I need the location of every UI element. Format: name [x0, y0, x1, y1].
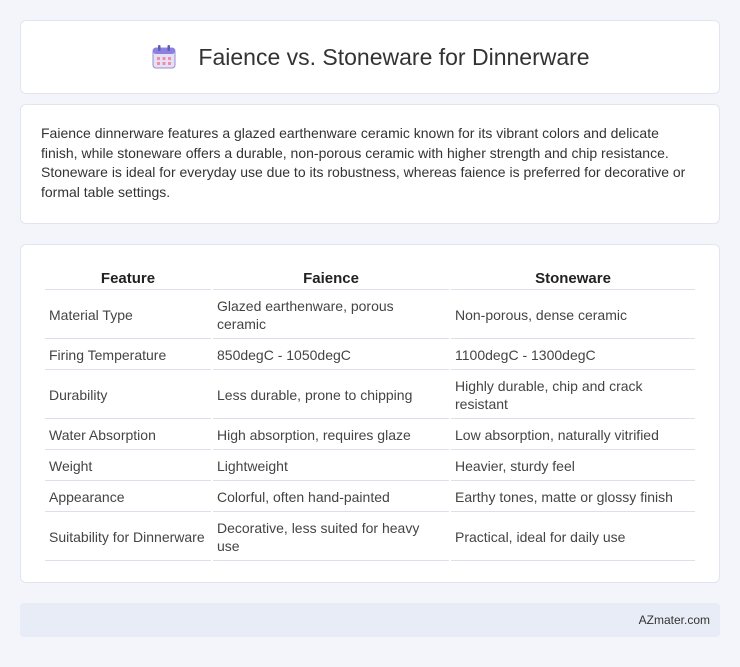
footer-brand: AZmater.com	[638, 613, 710, 627]
table-cell-stoneware: Low absorption, naturally vitrified	[451, 419, 695, 450]
title-card: Faience vs. Stoneware for Dinnerware	[20, 20, 720, 94]
table-cell-feature: Durability	[45, 370, 211, 419]
table-cell-feature: Water Absorption	[45, 419, 211, 450]
table-row: Appearance Colorful, often hand-painted …	[45, 481, 695, 512]
table-row: Weight Lightweight Heavier, sturdy feel	[45, 450, 695, 481]
table-cell-stoneware: Earthy tones, matte or glossy finish	[451, 481, 695, 512]
table-cell-feature: Appearance	[45, 481, 211, 512]
table-row: Durability Less durable, prone to chippi…	[45, 370, 695, 419]
table-row: Material Type Glazed earthenware, porous…	[45, 290, 695, 339]
table-cell-faience: Less durable, prone to chipping	[213, 370, 449, 419]
table-cell-faience: High absorption, requires glaze	[213, 419, 449, 450]
table-cell-faience: Colorful, often hand-painted	[213, 481, 449, 512]
table-cell-stoneware: Non-porous, dense ceramic	[451, 290, 695, 339]
intro-text: Faience dinnerware features a glazed ear…	[41, 125, 686, 200]
table-cell-feature: Material Type	[45, 290, 211, 339]
table-row: Water Absorption High absorption, requir…	[45, 419, 695, 450]
comparison-table-card: Feature Faience Stoneware Material Type …	[20, 244, 720, 583]
table-cell-stoneware: Heavier, sturdy feel	[451, 450, 695, 481]
table-cell-stoneware: 1100degC - 1300degC	[451, 339, 695, 370]
table-cell-faience: Glazed earthenware, porous ceramic	[213, 290, 449, 339]
table-cell-faience: Decorative, less suited for heavy use	[213, 512, 449, 561]
table-row: Suitability for Dinnerware Decorative, l…	[45, 512, 695, 561]
table-cell-feature: Firing Temperature	[45, 339, 211, 370]
comparison-table: Feature Faience Stoneware Material Type …	[43, 263, 697, 561]
column-header-stoneware: Stoneware	[451, 263, 695, 290]
page-title: Faience vs. Stoneware for Dinnerware	[198, 43, 590, 70]
table-cell-faience: 850degC - 1050degC	[213, 339, 449, 370]
intro-card: Faience dinnerware features a glazed ear…	[20, 104, 720, 224]
column-header-feature: Feature	[45, 263, 211, 290]
table-cell-stoneware: Practical, ideal for daily use	[451, 512, 695, 561]
column-header-faience: Faience	[213, 263, 449, 290]
table-row: Firing Temperature 850degC - 1050degC 11…	[45, 339, 695, 370]
table-cell-stoneware: Highly durable, chip and crack resistant	[451, 370, 695, 419]
table-cell-faience: Lightweight	[213, 450, 449, 481]
table-cell-feature: Weight	[45, 450, 211, 481]
table-cell-feature: Suitability for Dinnerware	[45, 512, 211, 561]
footer-bar: AZmater.com	[20, 603, 720, 637]
table-header-row: Feature Faience Stoneware	[45, 263, 695, 290]
calendar-icon	[150, 43, 178, 71]
